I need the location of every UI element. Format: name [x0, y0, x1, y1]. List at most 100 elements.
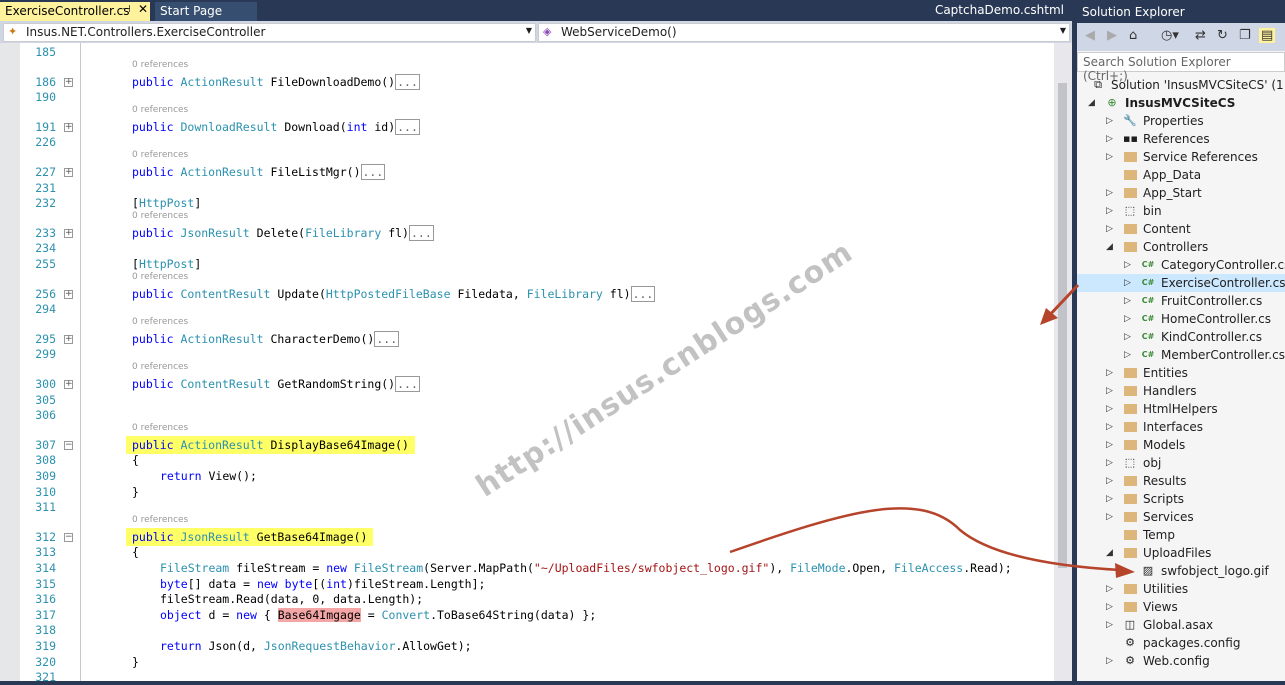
- tree-item[interactable]: ▷ Views: [1077, 598, 1285, 616]
- collapsed-arrow-icon[interactable]: ▷: [1106, 652, 1113, 670]
- collapsed-arrow-icon[interactable]: ▷: [1106, 148, 1113, 166]
- tree-item[interactable]: Temp: [1077, 526, 1285, 544]
- tree-item[interactable]: ⚙ packages.config: [1077, 634, 1285, 652]
- collapsed-arrow-icon[interactable]: ▷: [1106, 472, 1113, 490]
- references-count[interactable]: 0 references: [132, 150, 188, 160]
- vertical-scrollbar[interactable]: [1054, 43, 1072, 681]
- tree-item[interactable]: ▷ HtmlHelpers: [1077, 400, 1285, 418]
- tree-item[interactable]: ▷ Service References: [1077, 148, 1285, 166]
- tree-item[interactable]: ▷ C# HomeController.cs: [1077, 310, 1285, 328]
- tree-item[interactable]: ▷ C# MemberController.cs: [1077, 346, 1285, 364]
- collapsed-arrow-icon[interactable]: ▷: [1124, 346, 1131, 364]
- collapsed-arrow-icon[interactable]: ▷: [1106, 490, 1113, 508]
- expanded-arrow-icon[interactable]: ◢: [1106, 238, 1113, 256]
- tab-captchademo[interactable]: CaptchaDemo.cshtml: [935, 3, 1064, 17]
- collapse-all-icon[interactable]: ❐: [1239, 28, 1251, 43]
- tree-item[interactable]: App_Data: [1077, 166, 1285, 184]
- tree-item[interactable]: ▷ ◫ Global.asax: [1077, 616, 1285, 634]
- pending-changes-icon[interactable]: ◷▾: [1161, 28, 1179, 43]
- tree-item[interactable]: ▷ Results: [1077, 472, 1285, 490]
- tree-item[interactable]: ▷ Models: [1077, 436, 1285, 454]
- member-combo[interactable]: ◈ WebServiceDemo() ▼: [538, 23, 1070, 42]
- references-count[interactable]: 0 references: [132, 211, 188, 221]
- expand-icon[interactable]: +: [64, 334, 73, 344]
- tree-item[interactable]: ▷ Interfaces: [1077, 418, 1285, 436]
- collapsed-arrow-icon[interactable]: ▷: [1124, 274, 1131, 292]
- collapsed-arrow-icon[interactable]: ▷: [1124, 256, 1131, 274]
- collapsed-region-button[interactable]: ...: [395, 376, 420, 392]
- tree-item[interactable]: ▷ ⬚ bin: [1077, 202, 1285, 220]
- close-icon[interactable]: ✕: [138, 2, 148, 16]
- collapsed-region-button[interactable]: ...: [395, 73, 420, 90]
- collapsed-arrow-icon[interactable]: ▷: [1106, 364, 1113, 382]
- class-combo[interactable]: ✦ Insus.NET.Controllers.ExerciseControlle…: [3, 23, 536, 42]
- collapse-icon[interactable]: −: [64, 440, 73, 450]
- collapsed-arrow-icon[interactable]: ▷: [1106, 220, 1113, 238]
- tree-item[interactable]: ▷ ⚙ Web.config: [1077, 652, 1285, 670]
- collapsed-arrow-icon[interactable]: ▷: [1106, 436, 1113, 454]
- tree-item[interactable]: ▷ Services: [1077, 508, 1285, 526]
- references-count[interactable]: 0 references: [132, 272, 188, 282]
- expand-icon[interactable]: +: [64, 122, 73, 132]
- chevron-down-icon[interactable]: ▼: [526, 26, 532, 35]
- references-count[interactable]: 0 references: [132, 362, 188, 372]
- forward-icon[interactable]: ▶: [1107, 28, 1117, 43]
- references-count[interactable]: 0 references: [132, 317, 188, 327]
- tree-item[interactable]: ▷ Content: [1077, 220, 1285, 238]
- tree-item[interactable]: ▷ 🔧 Properties: [1077, 112, 1285, 130]
- scrollbar-thumb[interactable]: [1058, 83, 1067, 568]
- pin-icon[interactable]: ⊣: [122, 4, 131, 15]
- collapsed-arrow-icon[interactable]: ▷: [1106, 598, 1113, 616]
- collapsed-arrow-icon[interactable]: ▷: [1106, 616, 1113, 634]
- expand-icon[interactable]: +: [64, 228, 73, 238]
- back-icon[interactable]: ◀: [1085, 28, 1095, 43]
- tree-item[interactable]: ▷ App_Start: [1077, 184, 1285, 202]
- tree-item[interactable]: ◢ Controllers: [1077, 238, 1285, 256]
- collapsed-arrow-icon[interactable]: ▷: [1106, 508, 1113, 526]
- tree-item[interactable]: ▷ ⬚ obj: [1077, 454, 1285, 472]
- collapsed-arrow-icon[interactable]: ▷: [1106, 418, 1113, 436]
- tree-item[interactable]: ⧉ Solution 'InsusMVCSiteCS' (1 project): [1077, 76, 1285, 94]
- expand-icon[interactable]: +: [64, 289, 73, 299]
- collapsed-arrow-icon[interactable]: ▷: [1106, 454, 1113, 472]
- expand-icon[interactable]: +: [64, 168, 73, 177]
- collapsed-arrow-icon[interactable]: ▷: [1124, 292, 1131, 310]
- tree-item[interactable]: ▷ ▪▪ References: [1077, 130, 1285, 148]
- tree-item[interactable]: ▷ C# KindController.cs: [1077, 328, 1285, 346]
- collapsed-region-button[interactable]: ...: [408, 224, 434, 241]
- tree-item[interactable]: ▷ C# ExerciseController.cs: [1077, 274, 1285, 292]
- collapsed-arrow-icon[interactable]: ▷: [1106, 382, 1113, 400]
- references-count[interactable]: 0 references: [132, 423, 188, 433]
- references-count[interactable]: 0 references: [132, 105, 188, 115]
- search-input[interactable]: Search Solution Explorer (Ctrl+;): [1077, 52, 1285, 83]
- chevron-down-icon[interactable]: ▼: [1060, 26, 1066, 35]
- collapsed-arrow-icon[interactable]: ▷: [1106, 130, 1113, 148]
- tree-item[interactable]: ▷ Utilities: [1077, 580, 1285, 598]
- expanded-arrow-icon[interactable]: ◢: [1088, 94, 1095, 112]
- code-editor[interactable]: 185 0 references 186 + public ActionResult F…: [0, 43, 1072, 684]
- collapsed-arrow-icon[interactable]: ▷: [1106, 400, 1113, 418]
- collapsed-region-button[interactable]: ...: [374, 330, 400, 347]
- collapse-icon[interactable]: −: [64, 532, 73, 542]
- tree-item[interactable]: ▷ Handlers: [1077, 382, 1285, 400]
- references-count[interactable]: 0 references: [132, 60, 188, 70]
- expand-icon[interactable]: +: [64, 380, 73, 389]
- collapsed-arrow-icon[interactable]: ▷: [1124, 328, 1131, 346]
- tree-item[interactable]: ▷ C# FruitController.cs: [1077, 292, 1285, 310]
- tree-item[interactable]: ▷ Scripts: [1077, 490, 1285, 508]
- tree-item[interactable]: ◢ ⊕ InsusMVCSiteCS: [1077, 94, 1285, 112]
- collapsed-region-button[interactable]: ...: [630, 285, 656, 302]
- collapsed-arrow-icon[interactable]: ▷: [1124, 310, 1131, 328]
- refresh-icon[interactable]: ↻: [1217, 28, 1228, 43]
- collapsed-arrow-icon[interactable]: ▷: [1106, 202, 1113, 220]
- tree-item[interactable]: ◢ UploadFiles: [1077, 544, 1285, 562]
- expand-icon[interactable]: +: [64, 77, 73, 87]
- collapsed-region-button[interactable]: ...: [395, 118, 420, 135]
- expanded-arrow-icon[interactable]: ◢: [1106, 544, 1113, 562]
- collapsed-region-button[interactable]: ...: [360, 164, 386, 180]
- show-all-files-icon[interactable]: ▤: [1259, 28, 1276, 43]
- collapsed-arrow-icon[interactable]: ▷: [1106, 112, 1113, 130]
- home-icon[interactable]: ⌂: [1129, 28, 1137, 43]
- collapsed-arrow-icon[interactable]: ▷: [1106, 184, 1113, 202]
- tree-item[interactable]: ▷ C# CategoryController.cs: [1077, 256, 1285, 274]
